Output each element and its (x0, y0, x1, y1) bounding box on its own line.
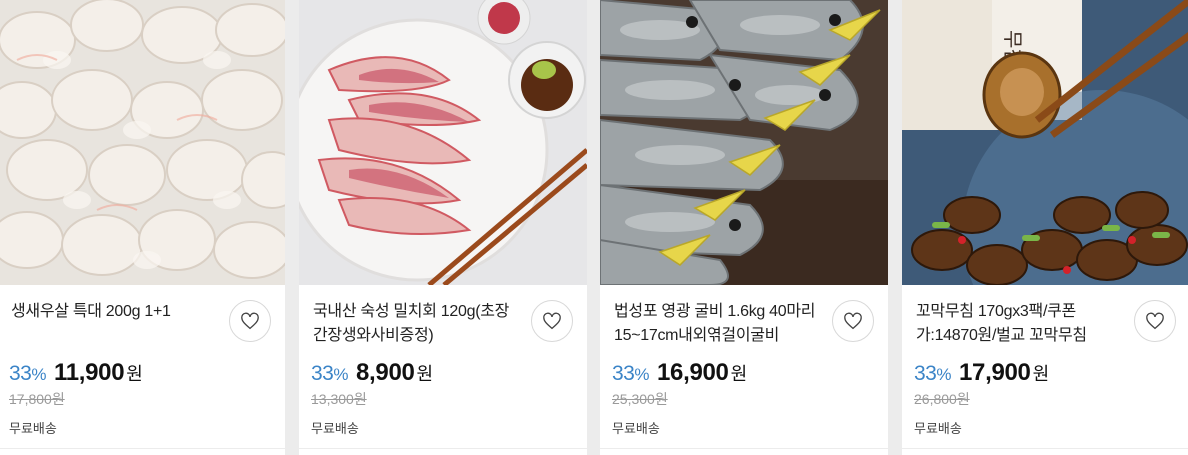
discount-rate: 33% (612, 362, 649, 385)
product-card[interactable]: 무침 꼬막무침 170gx3팩/쿠폰가:14870원/벌교 꼬막무침 33% 1… (902, 0, 1188, 455)
shipping-badge: 무료배송 (9, 421, 57, 436)
original-price: 13,300원 (311, 391, 367, 407)
product-name[interactable]: 꼬막무침 170gx3팩/쿠폰가:14870원/벌교 꼬막무침 (916, 300, 1122, 348)
wishlist-button[interactable] (229, 300, 271, 342)
original-price: 25,300원 (612, 391, 668, 407)
product-card[interactable]: 법성포 영광 굴비 1.6kg 40마리 15~17cm내외엮걸이굴비 33% … (600, 0, 888, 455)
original-price: 26,800원 (914, 391, 970, 407)
wishlist-button[interactable] (531, 300, 573, 342)
currency-label: 원 (126, 364, 143, 384)
product-name[interactable]: 법성포 영광 굴비 1.6kg 40마리 15~17cm내외엮걸이굴비 (614, 300, 820, 348)
original-price: 17,800원 (9, 391, 65, 407)
discount-rate: 33% (914, 362, 951, 385)
sale-price: 16,900 (656, 359, 729, 386)
divider (902, 448, 1188, 449)
shipping-badge: 무료배송 (311, 421, 359, 436)
heart-icon (1146, 312, 1164, 330)
heart-icon (844, 312, 862, 330)
cockle-image[interactable]: 무침 (902, 0, 1188, 285)
wishlist-button[interactable] (1134, 300, 1176, 342)
shipping-badge: 무료배송 (914, 421, 962, 436)
currency-label: 원 (1032, 364, 1050, 384)
price-row: 33% 16,900 원 (612, 359, 747, 387)
heart-icon (241, 312, 259, 330)
price-row: 33% 8,900 원 (311, 359, 433, 387)
currency-label: 원 (416, 364, 434, 384)
divider (0, 448, 285, 449)
dried-fish-image[interactable] (600, 0, 888, 285)
sashimi-image[interactable] (299, 0, 587, 285)
currency-label: 원 (730, 364, 748, 384)
product-card[interactable]: 국내산 숙성 밀치회 120g(초장간장생와사비증정) 33% 8,900 원 … (299, 0, 587, 455)
discount-rate: 33% (9, 362, 46, 385)
sale-price: 8,900 (355, 359, 415, 386)
sale-price: 11,900 (53, 359, 125, 386)
shrimp-image[interactable] (0, 0, 285, 285)
heart-icon (543, 312, 561, 330)
product-name[interactable]: 생새우살 특대 200g 1+1 (11, 300, 217, 324)
price-row: 33% 17,900 원 (914, 359, 1049, 387)
wishlist-button[interactable] (832, 300, 874, 342)
product-name[interactable]: 국내산 숙성 밀치회 120g(초장간장생와사비증정) (313, 300, 519, 348)
divider (600, 448, 888, 449)
sale-price: 17,900 (958, 359, 1031, 386)
divider (299, 448, 587, 449)
shipping-badge: 무료배송 (612, 421, 660, 436)
discount-rate: 33% (311, 362, 348, 385)
product-card[interactable]: 생새우살 특대 200g 1+1 33% 11,900 원 17,800원 무료… (0, 0, 285, 455)
price-row: 33% 11,900 원 (9, 359, 143, 387)
